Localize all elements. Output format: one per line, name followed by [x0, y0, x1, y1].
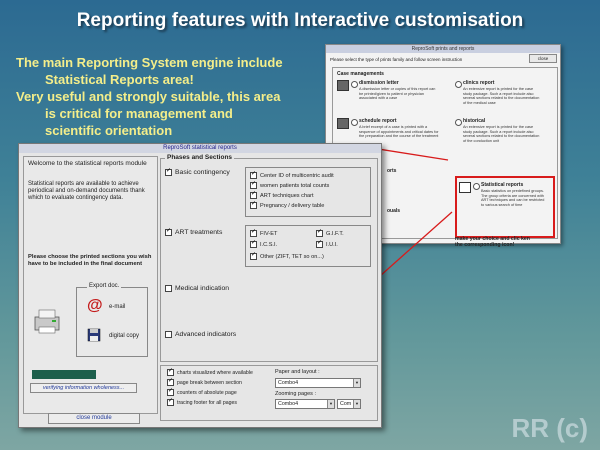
- chevron-down-icon[interactable]: ▼: [353, 379, 360, 387]
- chevron-down-icon[interactable]: ▼: [353, 400, 360, 408]
- item-label: ART techniques chart: [260, 192, 314, 199]
- item-label: Center ID of multicentric audit: [260, 172, 334, 179]
- connector-top: [371, 147, 449, 161]
- checkbox[interactable]: [167, 377, 174, 386]
- phases-sections-title: Phases and Sections: [165, 154, 235, 161]
- checkbox[interactable]: [250, 190, 257, 199]
- item-label: FIV-ET: [260, 230, 278, 237]
- advanced-label: Advanced indicators: [175, 331, 237, 339]
- email-icon[interactable]: @: [87, 298, 103, 314]
- export-doc-title: Export doc.: [87, 283, 122, 289]
- basic-item[interactable]: Center ID of multicentric audit: [250, 170, 334, 179]
- left-pane: Welcome to the statistical reports modul…: [23, 156, 158, 424]
- option-charts[interactable]: charts visualized where available: [167, 367, 253, 376]
- basic-label: Basic contingency: [175, 169, 230, 177]
- checkbox[interactable]: [167, 367, 174, 376]
- phases-sections-group: Phases and Sections Basic contingency Ce…: [160, 154, 378, 362]
- art-item[interactable]: FIV-ET: [250, 228, 278, 237]
- checkbox[interactable]: [250, 239, 257, 248]
- close-module-button[interactable]: close module: [48, 413, 140, 424]
- basic-item[interactable]: Pregnancy / delivery table: [250, 200, 325, 209]
- progress-bar: [32, 370, 96, 379]
- combo-value: Combo4: [278, 380, 299, 386]
- checkbox[interactable]: [316, 228, 323, 237]
- art-item[interactable]: G.I.F.T.: [316, 228, 344, 237]
- checkbox-advanced[interactable]: [165, 331, 172, 338]
- checkbox[interactable]: [250, 228, 257, 237]
- email-label: e-mail: [109, 304, 126, 310]
- art-item[interactable]: I.C.S.I.: [250, 239, 278, 248]
- checkbox[interactable]: [250, 180, 257, 189]
- art-item[interactable]: I.U.I.: [316, 239, 338, 248]
- chevron-down-icon[interactable]: ▼: [327, 400, 334, 408]
- basic-item[interactable]: women patients total counts: [250, 180, 330, 189]
- option-counters[interactable]: counters of absolute page: [167, 387, 237, 396]
- checkbox[interactable]: [250, 251, 257, 260]
- basic-item[interactable]: ART techniques chart: [250, 190, 314, 199]
- checkbox-medical[interactable]: [165, 285, 172, 292]
- zoom-label: Zooming pages :: [275, 391, 316, 397]
- paper-layout-label: Paper and layout :: [275, 369, 320, 375]
- watermark: RR (c): [511, 413, 588, 443]
- art-subgroup: FIV-ET G.I.F.T. I.C.S.I. I.U.I. Other (Z…: [245, 225, 371, 267]
- checkbox[interactable]: [250, 200, 257, 209]
- advanced-indicators-checkbox[interactable]: Advanced indicators: [165, 331, 236, 338]
- choose-sections-text: Please choose the printed sections you w…: [28, 254, 152, 267]
- medical-label: Medical indication: [175, 285, 230, 293]
- basic-subgroup: Center ID of multicentric audit women pa…: [245, 167, 371, 217]
- item-label: G.I.F.T.: [326, 230, 344, 237]
- item-label: Pregnancy / delivery table: [260, 202, 325, 209]
- checkbox[interactable]: [167, 387, 174, 396]
- checkbox[interactable]: [316, 239, 323, 248]
- basic-contingency-checkbox[interactable]: Basic contingency: [165, 167, 230, 177]
- option-page-break[interactable]: page break between section: [167, 377, 242, 386]
- floppy-disk-icon[interactable]: [87, 328, 101, 342]
- statistical-reports-window: ReproSoft statistical reports Welcome to…: [18, 143, 382, 428]
- printer-icon[interactable]: [32, 307, 62, 335]
- art-item[interactable]: Other (ZIFT, TET so on...): [250, 251, 324, 260]
- option-footer[interactable]: tracing footer for all pages: [167, 397, 237, 406]
- zoom-combo-2[interactable]: Com ▼: [337, 399, 361, 409]
- combo-value: Com: [340, 401, 352, 407]
- item-label: women patients total counts: [260, 182, 330, 189]
- option-label: charts visualized where available: [177, 369, 253, 376]
- checkbox-basic[interactable]: [165, 167, 172, 176]
- welcome-text: Welcome to the statistical reports modul…: [28, 160, 147, 167]
- item-label: Other (ZIFT, TET so on...): [260, 253, 324, 260]
- paper-layout-combo[interactable]: Combo4 ▼: [275, 378, 361, 388]
- option-label: counters of absolute page: [177, 389, 237, 396]
- checkbox-art[interactable]: [165, 227, 172, 236]
- description-text: Statistical reports are available to ach…: [28, 181, 145, 201]
- stats-window-title: ReproSoft statistical reports: [19, 144, 381, 153]
- combo-value: Combo4: [278, 401, 299, 407]
- art-treatments-checkbox[interactable]: ART treatments: [165, 227, 223, 237]
- export-doc-group: Export doc. @ e-mail digital copy: [76, 283, 148, 357]
- zoom-combo[interactable]: Combo4 ▼: [275, 399, 335, 409]
- option-label: page break between section: [177, 379, 242, 386]
- item-label: I.U.I.: [326, 241, 338, 248]
- option-label: tracing footer for all pages: [177, 399, 237, 406]
- art-label: ART treatments: [175, 229, 223, 237]
- checkbox[interactable]: [167, 397, 174, 406]
- item-label: I.C.S.I.: [260, 241, 278, 248]
- options-group: charts visualized where available page b…: [160, 365, 378, 421]
- verify-button[interactable]: verifying information wholeness...: [30, 383, 137, 393]
- medical-indication-checkbox[interactable]: Medical indication: [165, 285, 229, 292]
- digital-copy-label: digital copy: [109, 333, 140, 339]
- checkbox[interactable]: [250, 170, 257, 179]
